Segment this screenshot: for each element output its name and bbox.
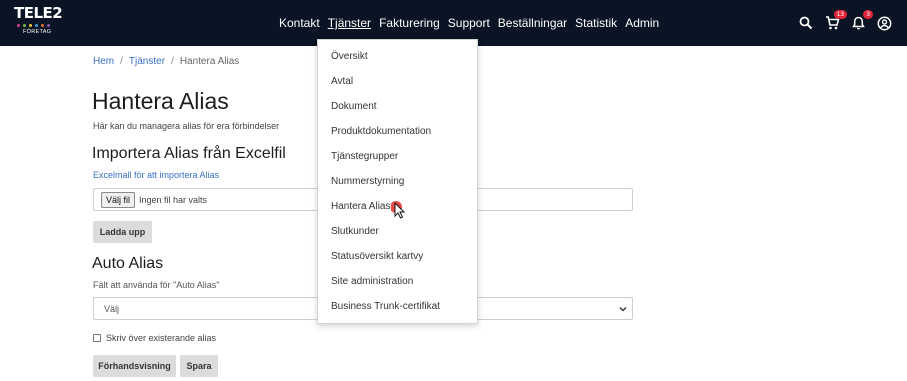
nav-item-statistik[interactable]: Statistik bbox=[575, 16, 617, 30]
logo-dot bbox=[47, 24, 50, 27]
breadcrumb-separator: / bbox=[120, 56, 123, 67]
tele2-logo[interactable]: TELE2 FÖRETAG bbox=[14, 4, 63, 43]
nav-item-bestallningar[interactable]: Beställningar bbox=[498, 16, 567, 30]
overwrite-alias-row: Skriv över existerande alias bbox=[93, 333, 216, 343]
breadcrumb: Hem / Tjänster / Hantera Alias bbox=[93, 56, 239, 67]
upload-button[interactable]: Ladda upp bbox=[93, 221, 152, 243]
logo-dot bbox=[41, 24, 44, 27]
dropdown-item-hantera-alias[interactable]: Hantera Alias bbox=[331, 201, 390, 212]
logo-dot bbox=[17, 24, 20, 27]
account-button[interactable] bbox=[871, 13, 897, 33]
header-icons: 13 3 bbox=[793, 10, 897, 33]
nav-item-support[interactable]: Support bbox=[448, 16, 490, 30]
logo-subtitle: FÖRETAG bbox=[23, 29, 52, 35]
dropdown-item-dokument[interactable]: Dokument bbox=[331, 101, 377, 112]
bell-icon bbox=[851, 16, 865, 30]
import-heading: Importera Alias från Excelfil bbox=[92, 145, 286, 162]
nav-item-tjanster[interactable]: Tjänster bbox=[328, 16, 371, 30]
breadcrumb-home[interactable]: Hem bbox=[93, 56, 114, 67]
dropdown-item-tjanstegrupper[interactable]: Tjänstegrupper bbox=[331, 151, 398, 162]
logo-dots bbox=[17, 24, 60, 27]
main-nav: Kontakt Tjänster Fakturering Support Bes… bbox=[279, 16, 667, 30]
cart-button[interactable]: 13 bbox=[819, 10, 847, 33]
nav-item-admin[interactable]: Admin bbox=[625, 16, 659, 30]
breadcrumb-separator: / bbox=[171, 56, 174, 67]
auto-alias-heading: Auto Alias bbox=[92, 255, 164, 272]
dropdown-item-site-administration[interactable]: Site administration bbox=[331, 276, 413, 287]
account-icon bbox=[877, 16, 891, 30]
nav-item-kontakt[interactable]: Kontakt bbox=[279, 16, 320, 30]
excel-template-link[interactable]: Excelmall för att importera Alias bbox=[93, 170, 219, 180]
logo-dot bbox=[35, 24, 38, 27]
tjanster-dropdown-menu: Översikt Avtal Dokument Produktdokumenta… bbox=[317, 39, 478, 324]
dropdown-item-produktdokumentation[interactable]: Produktdokumentation bbox=[331, 126, 431, 137]
overwrite-alias-checkbox[interactable] bbox=[93, 334, 101, 342]
dropdown-item-slutkunder[interactable]: Slutkunder bbox=[331, 226, 379, 237]
dropdown-item-business-trunk-certifikat[interactable]: Business Trunk-certifikat bbox=[331, 301, 440, 312]
dropdown-item-nummerstyrning[interactable]: Nummerstyrning bbox=[331, 176, 404, 187]
logo-wordmark: TELE2 bbox=[14, 4, 63, 22]
notifications-button[interactable]: 3 bbox=[845, 10, 873, 33]
breadcrumb-current: Hantera Alias bbox=[179, 56, 240, 67]
logo-dot bbox=[29, 24, 32, 27]
auto-alias-field-label: Fält att använda för "Auto Alias" bbox=[93, 280, 220, 290]
search-button[interactable] bbox=[793, 13, 819, 33]
chevron-down-icon bbox=[619, 307, 627, 312]
dropdown-item-oversikt[interactable]: Översikt bbox=[331, 51, 368, 62]
file-status-text: Ingen fil har valts bbox=[139, 194, 208, 205]
overwrite-alias-label: Skriv över existerande alias bbox=[106, 333, 217, 343]
dropdown-item-statusoversikt-kartvy[interactable]: Statusöversikt kartvy bbox=[331, 251, 423, 262]
mouse-cursor-icon bbox=[391, 201, 406, 219]
choose-file-button[interactable]: Välj fil bbox=[101, 191, 136, 208]
preview-button[interactable]: Förhandsvisning bbox=[93, 355, 176, 377]
dropdown-item-avtal[interactable]: Avtal bbox=[331, 76, 353, 87]
logo-dot bbox=[23, 24, 26, 27]
page-description: Här kan du managera alias för era förbin… bbox=[93, 121, 280, 131]
breadcrumb-tjanster[interactable]: Tjänster bbox=[129, 56, 165, 67]
select-value: Välj bbox=[104, 304, 120, 314]
page-title: Hantera Alias bbox=[92, 88, 229, 114]
search-icon bbox=[799, 16, 813, 30]
nav-item-fakturering[interactable]: Fakturering bbox=[379, 16, 440, 30]
save-button[interactable]: Spara bbox=[180, 355, 218, 377]
